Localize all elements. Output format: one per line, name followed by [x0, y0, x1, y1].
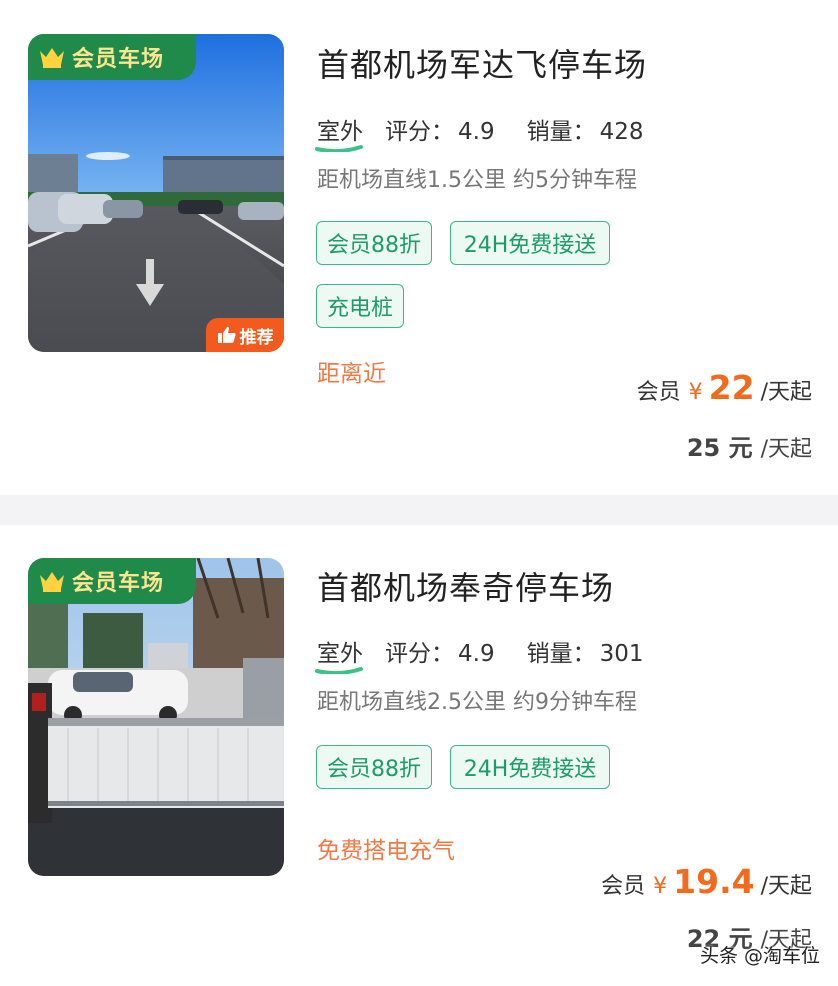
member-price: 会员 ¥ 22 /天起	[637, 368, 812, 407]
listing-meta: 室外 评分： 4.9 销量： 428	[315, 112, 644, 152]
member-price-label: 会员	[636, 380, 681, 405]
location-type-label: 室外	[317, 119, 363, 145]
listing-meta: 室外 评分： 4.9 销量： 301	[315, 634, 644, 674]
member-parking-label: 会员车场	[72, 47, 165, 72]
highlight-text: 免费搭电充气	[317, 838, 455, 864]
crown-icon	[40, 572, 64, 592]
distance-info: 距机场直线1.5公里 约5分钟车程	[317, 168, 637, 193]
underline-decoration	[315, 145, 363, 152]
underline-decoration	[315, 667, 363, 674]
member-price-unit: /天起	[760, 380, 812, 405]
parking-lot-photo	[28, 34, 284, 352]
sales-value: 428	[599, 119, 644, 145]
base-price: 25 元 /天起	[687, 428, 812, 463]
recommend-badge: 推荐	[206, 318, 284, 352]
crown-icon	[40, 48, 64, 68]
location-type: 室外	[315, 112, 363, 152]
member-parking-label: 会员车场	[72, 571, 165, 596]
recommend-label: 推荐	[239, 327, 274, 348]
member-price-unit: /天起	[760, 874, 812, 899]
sales-value: 301	[599, 641, 644, 667]
location-type-label: 室外	[317, 641, 363, 667]
thumbs-up-icon	[217, 326, 236, 343]
parking-gate-photo	[28, 558, 284, 876]
sales-label: 销量：	[526, 641, 596, 667]
rating-label: 评分：	[385, 641, 454, 667]
member-price-value: 19.4	[673, 862, 755, 901]
member-parking-badge: 会员车场	[28, 34, 196, 80]
tag-free-shuttle: 24H免费接送	[450, 745, 610, 789]
sales-label: 销量：	[526, 119, 596, 145]
member-price-value: 22	[708, 368, 755, 407]
currency-symbol: ¥	[688, 380, 703, 405]
listing-card-2[interactable]: 会员车场 首都机场奉奇停车场 室外 评分： 4.9 销量： 301 距机场直线2…	[0, 525, 838, 986]
listing-image-1[interactable]: 会员车场 推荐	[28, 34, 284, 352]
location-type: 室外	[315, 634, 363, 674]
rating-label: 评分：	[385, 119, 454, 145]
parking-lot-name[interactable]: 首都机场军达飞停车场	[317, 40, 647, 86]
rating-value: 4.9	[458, 119, 495, 145]
base-price-value: 25 元	[686, 434, 753, 462]
tag-member-discount: 会员88折	[316, 221, 432, 265]
listing-image-2[interactable]: 会员车场	[28, 558, 284, 876]
parking-lot-name[interactable]: 首都机场奉奇停车场	[317, 563, 614, 609]
member-parking-badge: 会员车场	[28, 558, 196, 604]
watermark: 头条 @淘车位	[699, 945, 820, 967]
currency-symbol: ¥	[653, 874, 668, 899]
tag-free-shuttle: 24H免费接送	[450, 221, 610, 265]
distance-info: 距机场直线2.5公里 约9分钟车程	[317, 690, 637, 715]
listing-card-1[interactable]: 会员车场 推荐 首都机场军达飞停车场 室外 评分： 4.9 销量： 428 距机…	[0, 0, 838, 495]
tag-charging-pile: 充电桩	[316, 284, 404, 328]
rating-value: 4.9	[458, 641, 495, 667]
member-price: 会员 ¥ 19.4 /天起	[601, 862, 812, 901]
member-price-label: 会员	[601, 874, 646, 899]
base-price-unit: /天起	[760, 437, 812, 462]
tag-member-discount: 会员88折	[316, 745, 432, 789]
highlight-text: 距离近	[317, 361, 386, 387]
